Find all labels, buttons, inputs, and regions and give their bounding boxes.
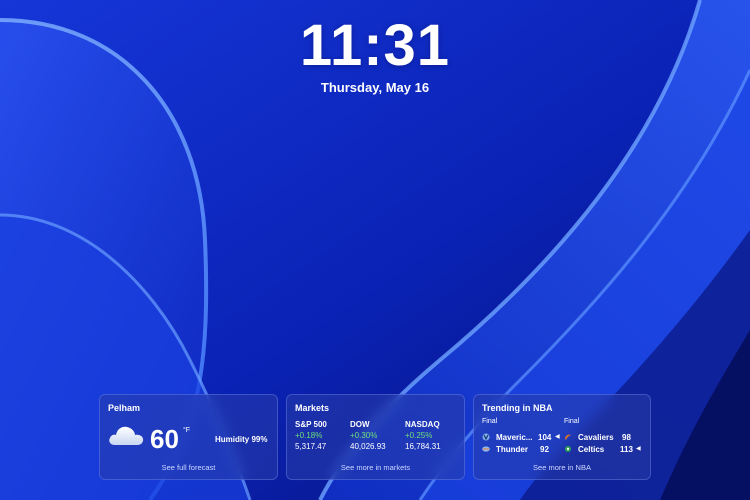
- game-status: Final: [564, 418, 580, 425]
- market-value: 5,317.47: [295, 442, 327, 451]
- market-item-nasdaq[interactable]: NASDAQ +0.25% 16,784.31: [405, 419, 441, 452]
- see-more-nba-link[interactable]: See more in NBA: [474, 463, 650, 472]
- lockscreen-date: Thursday, May 16: [320, 80, 430, 95]
- team-row[interactable]: Thunder 92: [482, 444, 560, 455]
- market-change: +0.18%: [295, 431, 323, 440]
- markets-title: Markets: [295, 403, 330, 413]
- weather-location: Pelham: [108, 403, 141, 413]
- market-name: DOW: [350, 420, 370, 429]
- markets-widget[interactable]: Markets S&P 500 +0.18% 5,317.47 DOW +0.3…: [286, 394, 465, 480]
- team-name: Maveric...: [496, 433, 533, 442]
- nba-title: Trending in NBA: [482, 403, 553, 413]
- winner-indicator-icon: ◀: [555, 434, 560, 440]
- see-full-forecast-link[interactable]: See full forecast: [100, 463, 277, 472]
- cavaliers-logo-icon: [565, 434, 571, 440]
- market-name: S&P 500: [295, 420, 327, 429]
- team-name: Thunder: [496, 445, 528, 454]
- team-row[interactable]: Cavaliers 98: [564, 432, 646, 443]
- temperature-unit: °F: [183, 427, 191, 434]
- team-score: 104: [538, 433, 552, 442]
- market-change: +0.30%: [350, 431, 378, 440]
- game-status: Final: [482, 418, 498, 425]
- market-value: 40,026.93: [350, 442, 386, 451]
- team-row[interactable]: Celtics 113 ◀: [564, 444, 646, 455]
- lockscreen-clock: 11:31: [299, 13, 451, 78]
- winner-indicator-icon: ◀: [636, 446, 641, 452]
- humidity-value: Humidity 99%: [215, 435, 268, 444]
- mavericks-logo-icon: [482, 433, 490, 441]
- see-more-markets-link[interactable]: See more in markets: [287, 463, 464, 472]
- team-name: Celtics: [578, 445, 605, 454]
- temperature-value: 60: [150, 424, 179, 454]
- market-name: NASDAQ: [405, 420, 440, 429]
- team-row[interactable]: Maveric... 104 ◀: [482, 432, 560, 443]
- thunder-logo-icon: [482, 446, 490, 452]
- team-score: 92: [540, 445, 549, 454]
- team-score: 98: [622, 433, 631, 442]
- market-value: 16,784.31: [405, 442, 441, 451]
- celtics-logo-icon: [565, 446, 571, 452]
- market-change: +0.25%: [405, 431, 433, 440]
- market-item-dow[interactable]: DOW +0.30% 40,026.93: [350, 419, 386, 452]
- team-name: Cavaliers: [578, 433, 614, 442]
- cloud-icon: [109, 426, 144, 445]
- market-item-sp500[interactable]: S&P 500 +0.18% 5,317.47: [295, 419, 327, 452]
- nba-widget[interactable]: Trending in NBA Final Maveric... 104 ◀ T…: [473, 394, 651, 480]
- weather-widget[interactable]: Pelham 60 °F Humidity 99% See full forec…: [99, 394, 278, 480]
- team-score: 113: [620, 445, 633, 454]
